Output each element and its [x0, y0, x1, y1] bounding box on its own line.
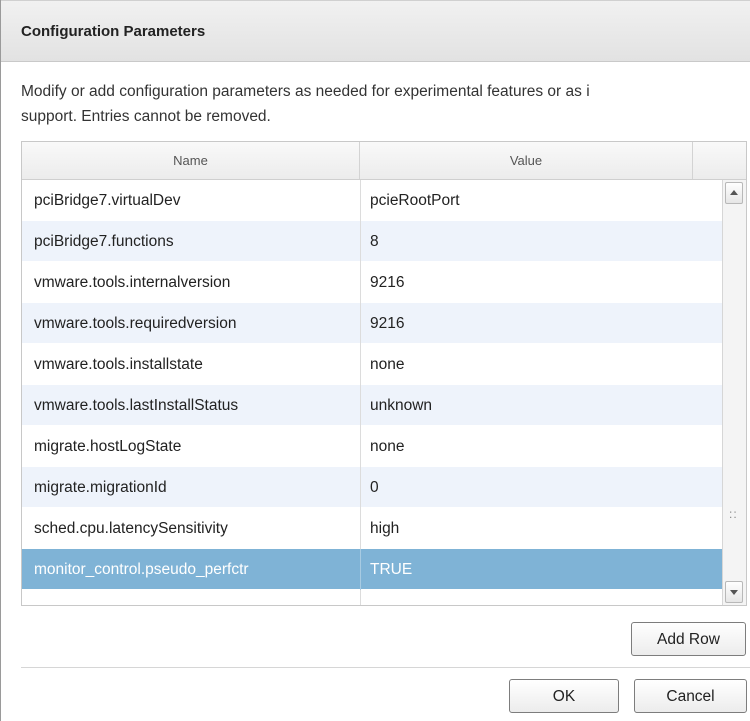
- grid-vertical-scrollbar[interactable]: ::: [722, 180, 746, 605]
- column-header-spacer: [693, 142, 746, 179]
- table-row[interactable]: vmware.tools.installstate none: [22, 344, 722, 385]
- param-name-cell[interactable]: vmware.tools.requiredversion: [34, 303, 354, 344]
- description-line-2: support. Entries cannot be removed.: [21, 108, 271, 125]
- column-header-value[interactable]: Value: [360, 142, 693, 179]
- param-name-cell[interactable]: monitor_control.pseudo_perfctr: [34, 549, 354, 590]
- table-row[interactable]: sched.cpu.latencySensitivity high: [22, 508, 722, 549]
- grid-header: Name Value: [22, 142, 746, 180]
- column-divider: [360, 180, 361, 221]
- table-row[interactable]: pciBridge7.virtualDev pcieRootPort: [22, 180, 722, 221]
- table-row[interactable]: vmware.tools.requiredversion 9216: [22, 303, 722, 344]
- table-row-empty[interactable]: [22, 590, 722, 605]
- column-divider: [360, 590, 361, 605]
- column-divider: [360, 262, 361, 303]
- column-divider: [360, 508, 361, 549]
- dialog-titlebar: Configuration Parameters: [1, 0, 750, 62]
- param-value-cell[interactable]: unknown: [370, 385, 690, 426]
- parameters-grid: Name Value pciBridge7.virtualDev pcieRoo…: [21, 141, 747, 606]
- param-value-cell[interactable]: 0: [370, 467, 690, 508]
- column-divider: [360, 303, 361, 344]
- grid-rows: pciBridge7.virtualDev pcieRootPort pciBr…: [22, 180, 722, 605]
- dialog-description: Modify or add configuration parameters a…: [21, 79, 750, 129]
- param-name-cell[interactable]: pciBridge7.functions: [34, 221, 354, 262]
- param-value-cell[interactable]: 8: [370, 221, 690, 262]
- param-name-cell[interactable]: [34, 590, 354, 605]
- column-divider: [360, 467, 361, 508]
- table-row-selected[interactable]: monitor_control.pseudo_perfctr TRUE: [22, 549, 722, 590]
- param-value-cell[interactable]: none: [370, 344, 690, 385]
- table-row[interactable]: vmware.tools.lastInstallStatus unknown: [22, 385, 722, 426]
- param-name-cell[interactable]: migrate.migrationId: [34, 467, 354, 508]
- param-name-cell[interactable]: pciBridge7.virtualDev: [34, 180, 354, 221]
- table-row[interactable]: migrate.hostLogState none: [22, 426, 722, 467]
- ok-button[interactable]: OK: [509, 679, 619, 713]
- column-divider: [360, 344, 361, 385]
- param-name-cell[interactable]: migrate.hostLogState: [34, 426, 354, 467]
- cancel-button[interactable]: Cancel: [634, 679, 747, 713]
- scroll-up-arrow-icon[interactable]: [725, 182, 743, 204]
- column-divider: [360, 426, 361, 467]
- param-value-cell[interactable]: 9216: [370, 262, 690, 303]
- param-value-cell[interactable]: 9216: [370, 303, 690, 344]
- table-row[interactable]: vmware.tools.internalversion 9216: [22, 262, 722, 303]
- column-header-name[interactable]: Name: [22, 142, 360, 179]
- column-divider: [360, 385, 361, 426]
- param-value-cell[interactable]: TRUE: [370, 549, 690, 590]
- table-row[interactable]: pciBridge7.functions 8: [22, 221, 722, 262]
- param-name-cell[interactable]: sched.cpu.latencySensitivity: [34, 508, 354, 549]
- description-line-1: Modify or add configuration parameters a…: [21, 83, 590, 100]
- param-value-cell[interactable]: [370, 590, 690, 605]
- column-divider: [360, 221, 361, 262]
- add-row-button[interactable]: Add Row: [631, 622, 746, 656]
- param-name-cell[interactable]: vmware.tools.internalversion: [34, 262, 354, 303]
- dialog-title: Configuration Parameters: [21, 23, 206, 40]
- param-value-cell[interactable]: none: [370, 426, 690, 467]
- scroll-down-arrow-icon[interactable]: [725, 581, 743, 603]
- param-value-cell[interactable]: high: [370, 508, 690, 549]
- configuration-parameters-dialog: Configuration Parameters Modify or add c…: [0, 0, 750, 721]
- param-name-cell[interactable]: vmware.tools.installstate: [34, 344, 354, 385]
- column-divider: [360, 549, 361, 590]
- resize-grip-icon[interactable]: ::: [729, 508, 739, 526]
- param-name-cell[interactable]: vmware.tools.lastInstallStatus: [34, 385, 354, 426]
- table-row[interactable]: migrate.migrationId 0: [22, 467, 722, 508]
- footer-divider: [21, 667, 750, 668]
- param-value-cell[interactable]: pcieRootPort: [370, 180, 690, 221]
